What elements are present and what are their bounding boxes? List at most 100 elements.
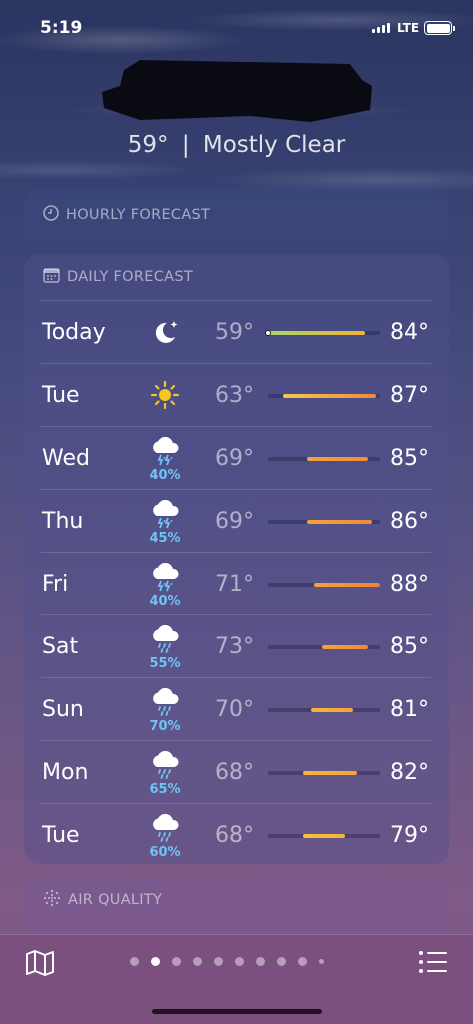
temperature-range-track	[268, 708, 380, 713]
page-dot[interactable]	[193, 957, 202, 966]
map-icon[interactable]	[24, 948, 56, 978]
temperature-range-track	[268, 456, 380, 461]
page-dot[interactable]	[151, 957, 160, 966]
forecast-day: Tue	[42, 823, 80, 849]
daily-forecast-list: Today 59° 84° Tue 63° 87° Wed 40% 69° 85° Thu 45% 69…	[41, 300, 431, 866]
low-temperature: 63°	[215, 382, 254, 408]
temperature-range-bar	[306, 519, 373, 524]
high-temperature: 81°	[390, 697, 429, 723]
page-dot[interactable]	[235, 957, 244, 966]
daily-forecast-row[interactable]: Fri 40% 71° 88°	[41, 551, 431, 615]
status-bar: 5:19 LTE	[0, 0, 473, 56]
low-temperature: 59°	[215, 320, 254, 345]
forecast-day: Sun	[42, 697, 84, 723]
page-dot[interactable]	[319, 959, 324, 964]
rain-icon: 60%	[145, 814, 185, 861]
temperature-range-track	[268, 519, 380, 524]
high-temperature: 87°	[390, 382, 429, 408]
high-temperature: 85°	[390, 445, 429, 471]
forecast-day: Today	[42, 320, 106, 345]
high-temperature: 86°	[390, 508, 429, 534]
forecast-day: Mon	[42, 760, 89, 786]
temperature-range-track	[268, 645, 380, 650]
page-dot[interactable]	[256, 957, 265, 966]
temperature-range-track	[268, 582, 380, 587]
temperature-range-bar	[310, 708, 353, 713]
current-separator: |	[181, 132, 190, 158]
calendar-icon	[43, 267, 60, 287]
current-condition: Mostly Clear	[202, 132, 346, 158]
page-dot[interactable]	[214, 957, 223, 966]
hourly-forecast-card[interactable]: HOURLY FORECAST	[24, 188, 449, 242]
low-temperature: 68°	[215, 760, 254, 786]
rain-icon: 65%	[145, 751, 185, 798]
daily-forecast-row[interactable]: Tue 63° 87°	[41, 362, 431, 426]
daily-forecast-card[interactable]: DAILY FORECAST Today 59° 84° Tue 63° 87° Wed 40…	[24, 254, 449, 864]
forecast-day: Wed	[42, 445, 90, 471]
temperature-range-bar	[322, 645, 369, 650]
temperature-range-track	[268, 393, 380, 398]
high-temperature: 82°	[390, 760, 429, 786]
bottom-toolbar	[0, 934, 473, 1024]
current-conditions: 59° | Mostly Clear	[0, 132, 473, 158]
precipitation-chance: 40%	[149, 593, 181, 609]
redacted-location-name	[100, 52, 378, 128]
low-temperature: 69°	[215, 508, 254, 534]
temperature-range-bar	[302, 834, 346, 839]
air-quality-title: AIR QUALITY	[68, 892, 163, 908]
precipitation-chance: 60%	[149, 845, 181, 861]
page-dot[interactable]	[172, 957, 181, 966]
temperature-range-bar	[268, 331, 365, 335]
daily-forecast-row[interactable]: Sat 55% 73° 85°	[41, 614, 431, 677]
temperature-range-bar	[283, 393, 377, 398]
high-temperature: 79°	[390, 823, 429, 849]
daily-forecast-row[interactable]: Wed 40% 69° 85°	[41, 425, 431, 489]
page-dot[interactable]	[130, 957, 139, 966]
high-temperature: 85°	[390, 634, 429, 660]
daily-forecast-row[interactable]: Today 59° 84°	[41, 300, 431, 363]
daily-forecast-row[interactable]: Thu 45% 69° 86°	[41, 488, 431, 552]
precipitation-chance: 65%	[149, 782, 181, 798]
daily-forecast-row[interactable]: Mon 65% 68° 82°	[41, 740, 431, 803]
cellular-signal-icon	[372, 23, 390, 33]
thunderstorm-icon: 40%	[145, 436, 185, 483]
page-dot[interactable]	[277, 957, 286, 966]
clock-icon	[43, 205, 59, 225]
low-temperature: 68°	[215, 823, 254, 849]
rain-icon: 55%	[145, 625, 185, 672]
rain-icon: 70%	[145, 688, 185, 734]
high-temperature: 88°	[390, 571, 429, 597]
temperature-range-track	[268, 771, 380, 776]
precipitation-chance: 40%	[149, 467, 181, 483]
current-temperature: 59°	[127, 132, 169, 158]
battery-icon	[424, 21, 455, 35]
high-temperature: 84°	[390, 320, 429, 345]
air-quality-icon	[43, 889, 61, 911]
temperature-range-track	[265, 330, 380, 336]
page-indicator[interactable]	[130, 957, 324, 966]
temperature-range-bar	[314, 582, 380, 587]
low-temperature: 70°	[215, 697, 254, 723]
daily-forecast-title: DAILY FORECAST	[67, 269, 194, 285]
page-dot[interactable]	[298, 957, 307, 966]
moon-stars-icon	[145, 317, 185, 361]
temperature-range-track	[268, 834, 380, 839]
forecast-day: Fri	[42, 571, 69, 597]
hourly-forecast-title: HOURLY FORECAST	[66, 207, 211, 223]
forecast-day: Tue	[42, 382, 80, 408]
precipitation-chance: 55%	[149, 656, 181, 672]
network-type: LTE	[397, 21, 420, 35]
thunderstorm-icon: 45%	[145, 499, 185, 546]
list-icon[interactable]	[418, 949, 448, 975]
low-temperature: 71°	[215, 571, 254, 597]
low-temperature: 69°	[215, 445, 254, 471]
thunderstorm-icon: 40%	[145, 562, 185, 609]
daily-forecast-row[interactable]: Sun 70% 70° 81°	[41, 677, 431, 740]
precipitation-chance: 45%	[149, 530, 181, 546]
daily-forecast-row[interactable]: Tue 60% 68° 79°	[41, 803, 431, 866]
forecast-day: Thu	[42, 508, 84, 534]
current-temperature-dot	[265, 330, 271, 336]
low-temperature: 73°	[215, 634, 254, 660]
status-time: 5:19	[40, 18, 83, 38]
temperature-range-bar	[302, 771, 357, 776]
